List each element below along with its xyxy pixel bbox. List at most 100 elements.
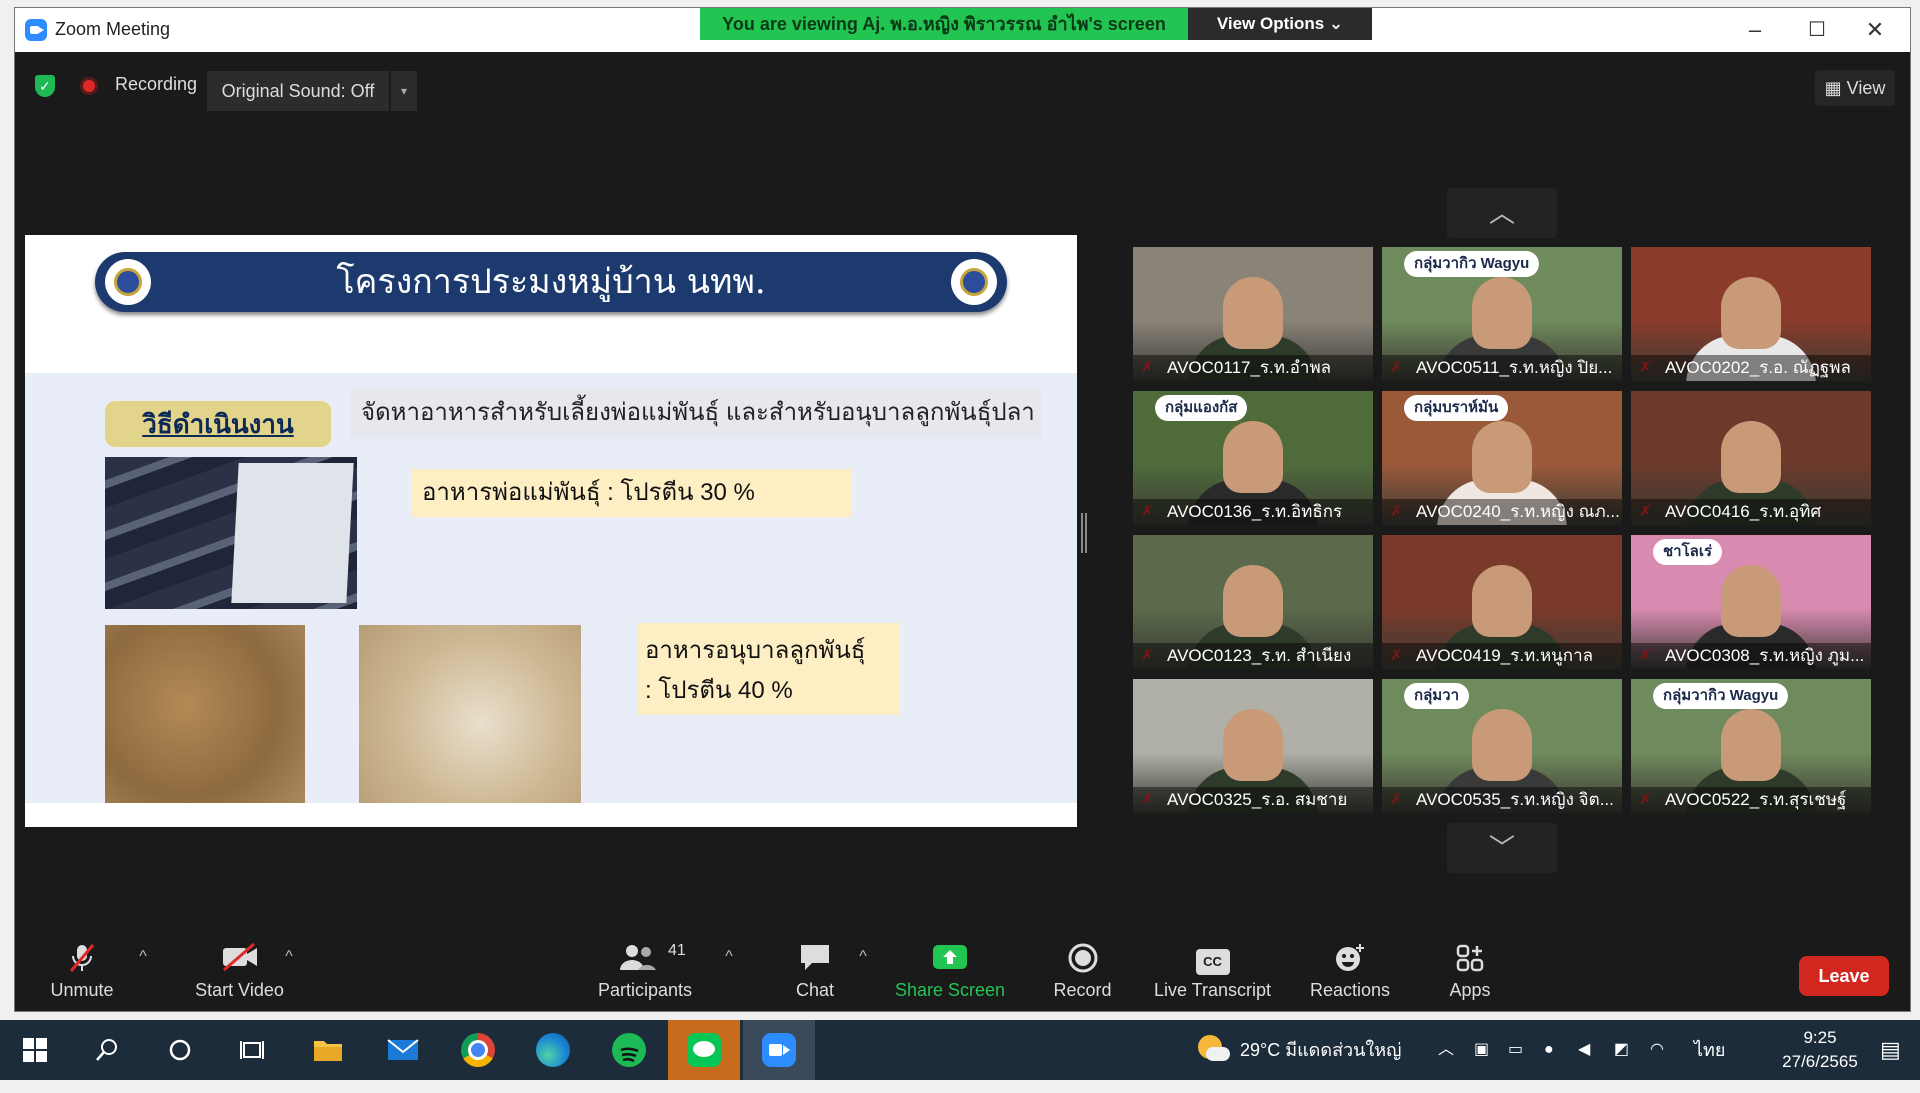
- participant-face: [1223, 565, 1283, 637]
- spotify-icon[interactable]: [594, 1020, 664, 1080]
- original-sound-button[interactable]: Original Sound: Off: [207, 71, 389, 111]
- participant-tile[interactable]: กลุ่มบราห์มัน ✗ AVOC0240_ร.ท.หญิง ณภ...: [1382, 391, 1622, 525]
- zoom-app-icon[interactable]: [743, 1020, 815, 1080]
- record-button[interactable]: Record: [1035, 928, 1130, 1011]
- reactions-label: Reactions: [1309, 980, 1391, 1000]
- clock-time: 9:25: [1803, 1028, 1837, 1047]
- participants-button[interactable]: 41 Participants: [580, 928, 710, 1011]
- chrome-icon[interactable]: [443, 1020, 513, 1080]
- participant-tile[interactable]: ชาโลเร่ ✗ AVOC0308_ร.ท.หญิง ภูม...: [1631, 535, 1871, 669]
- participant-tile[interactable]: ✗ AVOC0419_ร.ท.หนูกาล: [1382, 535, 1622, 669]
- close-button[interactable]: ✕: [1845, 8, 1905, 52]
- volume-icon[interactable]: ◀: [1578, 1020, 1590, 1080]
- reactions-button[interactable]: Reactions: [1295, 928, 1405, 1011]
- participant-tile[interactable]: ✗ AVOC0202_ร.อ. ณัฏฐพล: [1631, 247, 1871, 381]
- input-language[interactable]: ไทย: [1694, 1020, 1725, 1080]
- apps-button[interactable]: Apps: [1425, 928, 1515, 1011]
- search-icon[interactable]: [72, 1020, 142, 1080]
- participant-virtual-bg-label: กลุ่มวากิว Wagyu: [1404, 251, 1540, 277]
- slide-title: โครงการประมงหมู่บ้าน นทพ.: [336, 262, 766, 302]
- edge-icon[interactable]: [518, 1020, 588, 1080]
- participant-tile[interactable]: ✗ AVOC0123_ร.ท. สำเนียง: [1133, 535, 1373, 669]
- participant-tile[interactable]: ✗ AVOC0416_ร.ท.อุทิศ: [1631, 391, 1871, 525]
- notification-icon[interactable]: ▤: [1880, 1020, 1901, 1080]
- share-screen-icon: [885, 942, 1015, 972]
- participant-tile[interactable]: กลุ่มวากิว Wagyu ✗ AVOC0511_ร.ท.หญิง ปิย..…: [1382, 247, 1622, 381]
- microphone-tray-icon[interactable]: ●: [1544, 1020, 1554, 1080]
- line-app-icon[interactable]: [668, 1020, 740, 1080]
- gallery-down-arrow-icon[interactable]: ﹀: [1447, 823, 1557, 873]
- participant-name: AVOC0123_ร.ท. สำเนียง: [1133, 643, 1373, 669]
- participant-tile[interactable]: กลุ่มแองกัส ✗ AVOC0136_ร.ท.อิทธิกร: [1133, 391, 1373, 525]
- participant-virtual-bg-label: กลุ่มแองกัส: [1155, 395, 1248, 421]
- gallery-up-arrow-icon[interactable]: ︿: [1447, 188, 1557, 238]
- wifi-icon[interactable]: ◠: [1650, 1020, 1664, 1080]
- participant-virtual-bg-label: กลุ่มบราห์มัน: [1404, 395, 1509, 421]
- view-button[interactable]: ▦ View: [1815, 70, 1895, 106]
- task-view-icon[interactable]: [217, 1020, 287, 1080]
- record-label: Record: [1053, 980, 1112, 1000]
- original-sound-dropdown[interactable]: ▾: [391, 71, 417, 111]
- leave-button[interactable]: Leave: [1799, 956, 1889, 996]
- participant-tile[interactable]: ✗ AVOC0117_ร.ท.อำพล: [1133, 247, 1373, 381]
- start-video-button[interactable]: Start Video: [172, 928, 307, 1011]
- panel-resize-handle[interactable]: [1081, 513, 1087, 553]
- tray-device-icon[interactable]: ▣: [1474, 1020, 1489, 1080]
- participant-face: [1223, 421, 1283, 493]
- participant-tile[interactable]: ✗ AVOC0325_ร.อ. สมชาย: [1133, 679, 1373, 813]
- live-transcript-label: Live Transcript: [1153, 980, 1272, 1000]
- windows-start-icon[interactable]: [0, 1020, 70, 1080]
- participant-virtual-bg-label: กลุ่มวากิว Wagyu: [1653, 683, 1789, 709]
- unmute-button[interactable]: Unmute: [37, 928, 127, 1011]
- shared-screen-slide: โครงการประมงหมู่บ้าน นทพ. วิธีดำเนินงาน …: [25, 235, 1077, 827]
- title-bar: Zoom Meeting – ☐ ✕ You are viewing Aj. พ…: [15, 8, 1910, 52]
- security-shield-icon[interactable]: ✓: [35, 75, 55, 97]
- participant-tile[interactable]: กลุ่มวา ✗ AVOC0535_ร.ท.หญิง จิต...: [1382, 679, 1622, 813]
- participant-name: AVOC0117_ร.ท.อำพล: [1133, 355, 1373, 381]
- view-options-button[interactable]: View Options ⌄: [1188, 8, 1372, 40]
- share-screen-button[interactable]: Share Screen: [885, 928, 1015, 1011]
- chat-options-caret[interactable]: ^: [853, 948, 873, 966]
- feed-bags-photo: [105, 457, 357, 609]
- zoom-window: Zoom Meeting – ☐ ✕ You are viewing Aj. พ…: [15, 8, 1910, 1011]
- minimize-button[interactable]: –: [1725, 8, 1785, 52]
- network-icon[interactable]: ◩: [1614, 1020, 1629, 1080]
- chat-button[interactable]: Chat: [770, 928, 860, 1011]
- fish-feed-powder-photo: [105, 625, 305, 803]
- participants-count: 41: [668, 942, 686, 959]
- method-label: วิธีดำเนินงาน: [105, 401, 331, 447]
- weather-sun-icon[interactable]: [1196, 1033, 1230, 1067]
- nursery-feed-text: อาหารอนุบาลลูกพันธุ์ : โปรตีน 40 %: [637, 623, 900, 715]
- recording-label: Recording: [115, 74, 198, 94]
- mail-icon[interactable]: [368, 1020, 438, 1080]
- method-description: จัดหาอาหารสำหรับเลี้ยงพ่อแม่พันธุ์ และสำ…: [351, 387, 1041, 439]
- zoom-logo-icon: [25, 19, 47, 41]
- nursery-feed-line-1: อาหารอนุบาลลูกพันธุ์: [645, 637, 866, 664]
- cc-badge: CC: [1195, 949, 1230, 975]
- participant-virtual-bg-label: ชาโลเร่: [1653, 539, 1723, 565]
- live-transcript-button[interactable]: CC Live Transcript: [1145, 928, 1280, 1011]
- file-explorer-icon[interactable]: [293, 1020, 363, 1080]
- cortana-icon[interactable]: [145, 1020, 215, 1080]
- participant-tile[interactable]: กลุ่มวากิว Wagyu ✗ AVOC0522_ร.ท.สุรเชษฐ์: [1631, 679, 1871, 813]
- participant-name: AVOC0522_ร.ท.สุรเชษฐ์: [1631, 787, 1871, 813]
- participant-face: [1721, 421, 1781, 493]
- tray-chevron-icon[interactable]: ︿: [1438, 1020, 1454, 1080]
- participant-face: [1721, 709, 1781, 781]
- audio-options-caret[interactable]: ^: [133, 948, 153, 966]
- reactions-smiley-icon: [1295, 942, 1405, 972]
- weather-text[interactable]: 29°C มีแดดส่วนใหญ่: [1240, 1020, 1401, 1080]
- chat-bubble-icon: [770, 942, 860, 972]
- battery-icon[interactable]: ▭: [1508, 1020, 1523, 1080]
- maximize-button[interactable]: ☐: [1787, 8, 1847, 52]
- video-options-caret[interactable]: ^: [279, 948, 299, 966]
- participants-icon: [580, 942, 710, 972]
- participants-options-caret[interactable]: ^: [719, 948, 739, 966]
- window-title: Zoom Meeting: [55, 19, 171, 39]
- unmute-label: Unmute: [50, 980, 114, 1000]
- right-seal-logo: [951, 259, 997, 305]
- participant-name: AVOC0308_ร.ท.หญิง ภูม...: [1631, 643, 1871, 669]
- clock[interactable]: 9:25 27/6/2565: [1766, 1026, 1874, 1074]
- participant-name: AVOC0419_ร.ท.หนูกาล: [1382, 643, 1622, 669]
- participant-face: [1721, 565, 1781, 637]
